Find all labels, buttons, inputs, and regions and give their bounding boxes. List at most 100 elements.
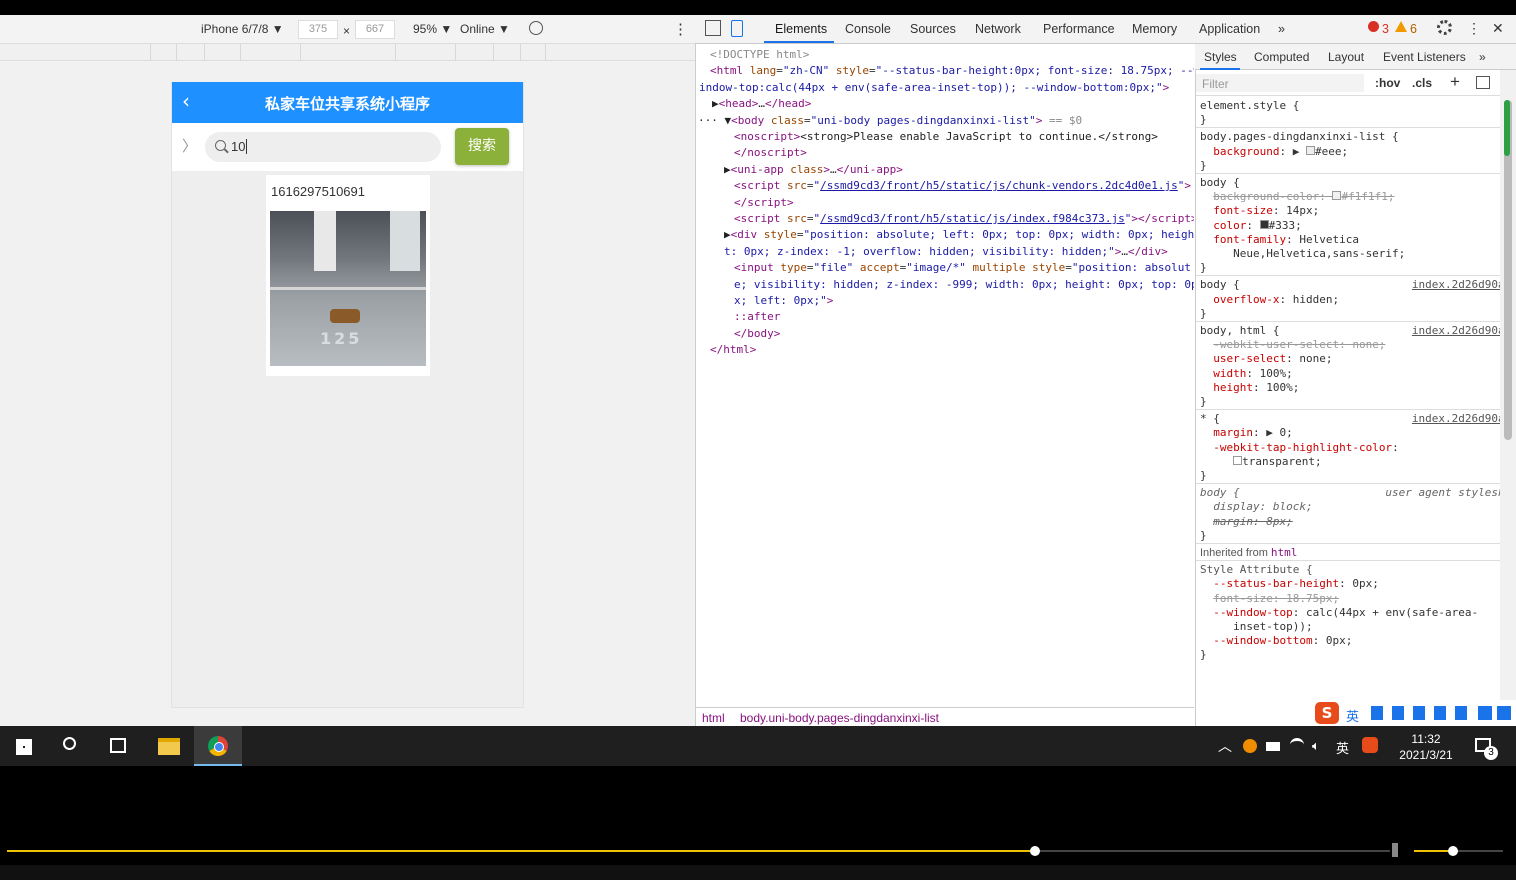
- style-rule-line[interactable]: }: [1200, 306, 1207, 322]
- ime-indicator[interactable]: 英: [1336, 738, 1349, 757]
- style-rule-line[interactable]: }: [1200, 112, 1207, 128]
- chrome-taskbar-button[interactable]: [194, 726, 242, 766]
- error-count[interactable]: 3: [1382, 22, 1389, 36]
- height-input[interactable]: 667: [355, 20, 395, 39]
- sogou-icon[interactable]: S: [1315, 702, 1339, 724]
- dom-node-line[interactable]: <!DOCTYPE html>: [710, 47, 809, 63]
- media-query-ruler[interactable]: [0, 44, 695, 61]
- tab-event-listeners[interactable]: Event Listeners: [1383, 50, 1466, 64]
- ime-menu-icon[interactable]: [1497, 706, 1511, 720]
- more-icon[interactable]: ⋮: [1467, 20, 1481, 37]
- rotate-icon[interactable]: [529, 21, 543, 35]
- style-rule-line[interactable]: }: [1200, 468, 1207, 484]
- chevron-right-icon[interactable]: 〉: [182, 135, 197, 156]
- breadcrumb-html[interactable]: html: [702, 711, 725, 725]
- dom-node-line[interactable]: <script src="/ssmd9cd3/front/h5/static/j…: [734, 178, 1191, 194]
- progress-knob[interactable]: [1030, 846, 1040, 856]
- style-rule-line[interactable]: }: [1200, 394, 1207, 410]
- hov-button[interactable]: :hov: [1375, 76, 1400, 90]
- dom-node-line[interactable]: <input type="file" accept="image/*" mult…: [734, 260, 1191, 276]
- style-rule-line[interactable]: overflow-x: hidden;: [1200, 292, 1339, 308]
- warning-count[interactable]: 6: [1410, 22, 1417, 36]
- list-item[interactable]: 1616297510691 125: [266, 175, 430, 376]
- style-rule-line[interactable]: element.style {: [1200, 98, 1299, 114]
- more-icon[interactable]: ⋮: [673, 20, 688, 38]
- ime-lang[interactable]: 英: [1346, 706, 1359, 725]
- tray-app-icon[interactable]: [1243, 739, 1257, 753]
- dom-node-line[interactable]: indow-top:calc(44px + env(safe-area-inse…: [699, 80, 1169, 96]
- dom-node-line[interactable]: <html lang="zh-CN" style="--status-bar-h…: [710, 63, 1194, 79]
- dom-node-line[interactable]: x; left: 0px;">: [734, 293, 833, 309]
- volume-icon[interactable]: [1392, 843, 1406, 857]
- tab-memory[interactable]: Memory: [1132, 22, 1177, 36]
- toggle-sidebar-icon[interactable]: [1476, 76, 1490, 89]
- gear-icon[interactable]: [1437, 20, 1452, 35]
- device-toggle-icon[interactable]: [731, 20, 743, 37]
- dom-node-line[interactable]: ▶<div style="position: absolute; left: 0…: [724, 227, 1194, 243]
- dom-node-line[interactable]: ··· ▼<body class="uni-body pages-dingdan…: [698, 113, 1082, 129]
- dom-node-line[interactable]: ▶<head>…</head>: [712, 96, 811, 112]
- ime-skin-icon[interactable]: [1478, 706, 1492, 720]
- style-rule-line[interactable]: Inherited from html: [1200, 545, 1297, 561]
- ime-tool-icons[interactable]: [1371, 706, 1471, 720]
- progress-remaining[interactable]: [1035, 850, 1390, 852]
- style-rule-line[interactable]: }: [1200, 260, 1207, 276]
- dom-node-line[interactable]: ::after: [734, 309, 780, 325]
- tab-console[interactable]: Console: [845, 22, 891, 36]
- elements-tree[interactable]: <!DOCTYPE html> <html lang="zh-CN" style=…: [696, 46, 1194, 706]
- tab-computed[interactable]: Computed: [1254, 50, 1309, 64]
- dom-node-line[interactable]: </script>: [734, 195, 794, 211]
- more-tabs-icon[interactable]: »: [1278, 22, 1285, 36]
- width-input[interactable]: 375: [298, 20, 338, 39]
- tab-styles[interactable]: Styles: [1204, 50, 1237, 64]
- dom-node-line[interactable]: <noscript><strong>Please enable JavaScri…: [734, 129, 1158, 145]
- dom-node-line[interactable]: </body>: [734, 326, 780, 342]
- more-tabs-icon[interactable]: »: [1479, 50, 1486, 64]
- add-rule-icon[interactable]: +: [1450, 72, 1460, 92]
- style-rule-line[interactable]: transparent;: [1200, 454, 1322, 470]
- volume-knob[interactable]: [1448, 846, 1458, 856]
- progress-played[interactable]: [7, 850, 1035, 852]
- windows-start-icon[interactable]: [16, 739, 32, 755]
- tab-performance[interactable]: Performance: [1043, 22, 1115, 36]
- styles-scrollbar[interactable]: [1500, 70, 1516, 710]
- tab-network[interactable]: Network: [975, 22, 1021, 36]
- volume-remaining[interactable]: [1453, 850, 1503, 852]
- style-rule-line[interactable]: margin: 8px;: [1200, 514, 1292, 530]
- style-rule-line[interactable]: height: 100%;: [1200, 380, 1299, 396]
- tab-sources[interactable]: Sources: [910, 22, 956, 36]
- styles-rules[interactable]: element.style {} body.pages-dingdanxinxi-…: [1196, 97, 1500, 709]
- dom-node-line[interactable]: <script src="/ssmd9cd3/front/h5/static/j…: [734, 211, 1194, 227]
- style-rule-line[interactable]: --window-bottom: 0px;: [1200, 633, 1352, 649]
- style-rule-line[interactable]: }: [1200, 528, 1207, 544]
- tab-elements[interactable]: Elements: [775, 22, 827, 36]
- device-select[interactable]: iPhone 6/7/8 ▼: [201, 22, 284, 36]
- dom-node-line[interactable]: ▶<uni-app class>…</uni-app>: [724, 162, 903, 178]
- network-select[interactable]: Online ▼: [460, 22, 510, 36]
- dom-node-line[interactable]: e; visibility: hidden; z-index: -999; wi…: [734, 277, 1194, 293]
- zoom-select[interactable]: 95% ▼: [413, 22, 452, 36]
- close-icon[interactable]: ✕: [1492, 20, 1504, 37]
- cls-button[interactable]: .cls: [1412, 76, 1432, 90]
- search-icon[interactable]: [63, 737, 76, 750]
- chevron-up-icon[interactable]: ︿: [1218, 736, 1232, 756]
- style-rule-line[interactable]: Neue,Helvetica,sans-serif;: [1200, 246, 1405, 262]
- parking-space-image[interactable]: 125: [270, 211, 426, 366]
- dom-node-line[interactable]: </noscript>: [734, 145, 807, 161]
- battery-icon[interactable]: [1266, 742, 1280, 751]
- tab-application[interactable]: Application: [1199, 22, 1260, 36]
- sogou-tray-icon[interactable]: [1362, 737, 1378, 753]
- tab-layout[interactable]: Layout: [1328, 50, 1364, 64]
- style-rule-line[interactable]: }: [1200, 158, 1207, 174]
- inspect-icon[interactable]: [705, 20, 721, 36]
- wifi-icon[interactable]: [1290, 738, 1304, 752]
- clock[interactable]: 11:32 2021/3/21: [1396, 731, 1456, 763]
- style-rule-line[interactable]: }: [1200, 647, 1207, 663]
- dom-node-line[interactable]: </html>: [710, 342, 756, 358]
- volume-icon[interactable]: 🔈︎: [1312, 738, 1320, 754]
- style-rule-line[interactable]: background: ▶ #eee;: [1200, 144, 1348, 160]
- task-view-icon[interactable]: [110, 738, 126, 753]
- search-input[interactable]: 10: [205, 132, 441, 162]
- search-button[interactable]: 搜索: [455, 128, 509, 165]
- breadcrumb-body[interactable]: body.uni-body.pages-dingdanxinxi-list: [740, 711, 939, 725]
